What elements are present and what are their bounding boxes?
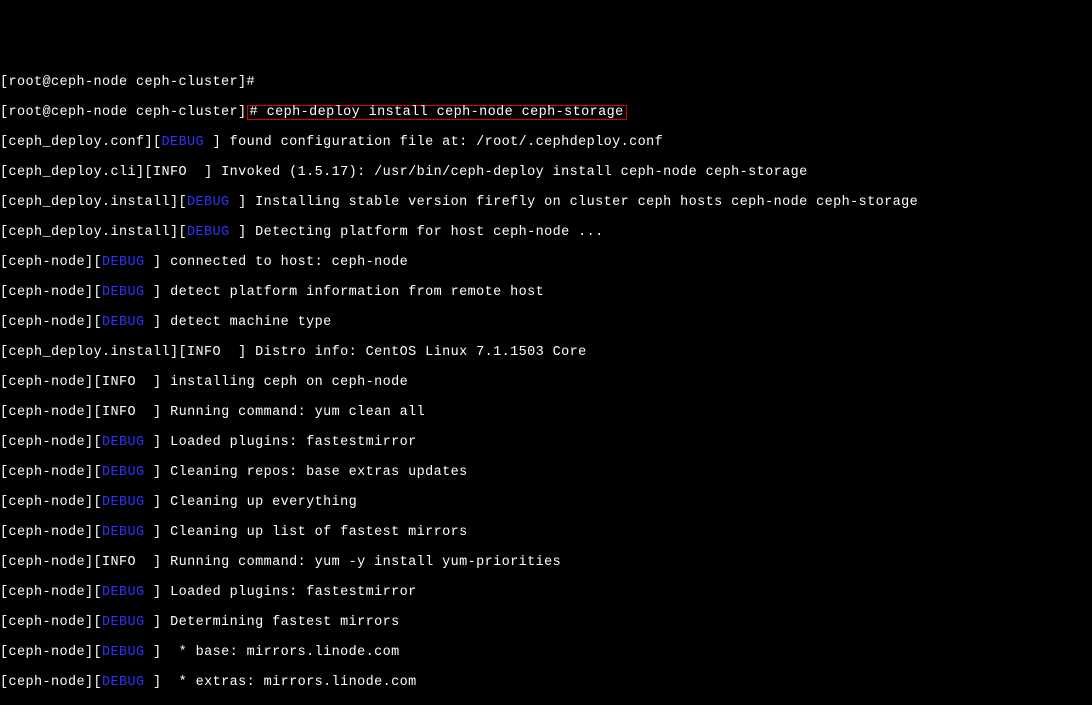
command-highlight-box: # ceph-deploy install ceph-node ceph-sto… — [247, 105, 627, 120]
command[interactable]: ceph-deploy install ceph-node ceph-stora… — [258, 105, 624, 120]
logger: [ceph-node] — [0, 525, 94, 540]
msg: Distro info: CentOS Linux 7.1.1503 Core — [255, 345, 587, 360]
logger: [ceph-node] — [0, 315, 94, 330]
terminal[interactable]: [root@ceph-node ceph-cluster]# [root@cep… — [0, 60, 1092, 705]
logger: [ceph-node] — [0, 255, 94, 270]
msg: Invoked (1.5.17): /usr/bin/ceph-deploy i… — [221, 165, 808, 180]
level: INFO — [102, 405, 136, 420]
level: INFO — [187, 345, 221, 360]
logger: [ceph-node] — [0, 435, 94, 450]
prompt: [root@ceph-node ceph-cluster] — [0, 75, 247, 90]
logger: [ceph_deploy.install] — [0, 195, 179, 210]
logger: [ceph-node] — [0, 495, 94, 510]
level: DEBUG — [102, 285, 145, 300]
level: DEBUG — [102, 585, 145, 600]
msg: * base: mirrors.linode.com — [170, 645, 400, 660]
level: DEBUG — [102, 495, 145, 510]
level: DEBUG — [102, 465, 145, 480]
level: INFO — [102, 555, 136, 570]
msg: Running command: yum clean all — [170, 405, 425, 420]
msg: Cleaning up everything — [170, 495, 357, 510]
level: DEBUG — [102, 255, 145, 270]
level: DEBUG — [102, 615, 145, 630]
msg: Loaded plugins: fastestmirror — [170, 585, 417, 600]
logger: [ceph-node] — [0, 645, 94, 660]
level: DEBUG — [102, 315, 145, 330]
level: DEBUG — [102, 645, 145, 660]
msg: Determining fastest mirrors — [170, 615, 400, 630]
logger: [ceph_deploy.conf] — [0, 135, 153, 150]
logger: [ceph-node] — [0, 405, 94, 420]
level: DEBUG — [187, 195, 230, 210]
logger: [ceph_deploy.install] — [0, 345, 179, 360]
prompt: [root@ceph-node ceph-cluster] — [0, 105, 247, 120]
level: INFO — [102, 375, 136, 390]
level: DEBUG — [162, 135, 205, 150]
msg: installing ceph on ceph-node — [170, 375, 408, 390]
msg: Loaded plugins: fastestmirror — [170, 435, 417, 450]
msg: Cleaning repos: base extras updates — [170, 465, 468, 480]
logger: [ceph-node] — [0, 675, 94, 690]
logger: [ceph-node] — [0, 585, 94, 600]
logger: [ceph-node] — [0, 375, 94, 390]
msg: Installing stable version firefly on clu… — [255, 195, 918, 210]
msg: * extras: mirrors.linode.com — [170, 675, 417, 690]
level: DEBUG — [102, 435, 145, 450]
msg: Detecting platform for host ceph-node ..… — [255, 225, 604, 240]
msg: Running command: yum -y install yum-prio… — [170, 555, 561, 570]
logger: [ceph-node] — [0, 615, 94, 630]
level: DEBUG — [187, 225, 230, 240]
hash: # — [250, 105, 259, 120]
msg: detect platform information from remote … — [170, 285, 544, 300]
level: DEBUG — [102, 675, 145, 690]
hash: # — [247, 75, 256, 90]
logger: [ceph-node] — [0, 465, 94, 480]
msg: found configuration file at: /root/.ceph… — [230, 135, 664, 150]
level: DEBUG — [102, 525, 145, 540]
msg: connected to host: ceph-node — [170, 255, 408, 270]
level: INFO — [153, 165, 187, 180]
msg: Cleaning up list of fastest mirrors — [170, 525, 468, 540]
logger: [ceph_deploy.cli] — [0, 165, 145, 180]
logger: [ceph_deploy.install] — [0, 225, 179, 240]
logger: [ceph-node] — [0, 555, 94, 570]
logger: [ceph-node] — [0, 285, 94, 300]
msg: detect machine type — [170, 315, 332, 330]
